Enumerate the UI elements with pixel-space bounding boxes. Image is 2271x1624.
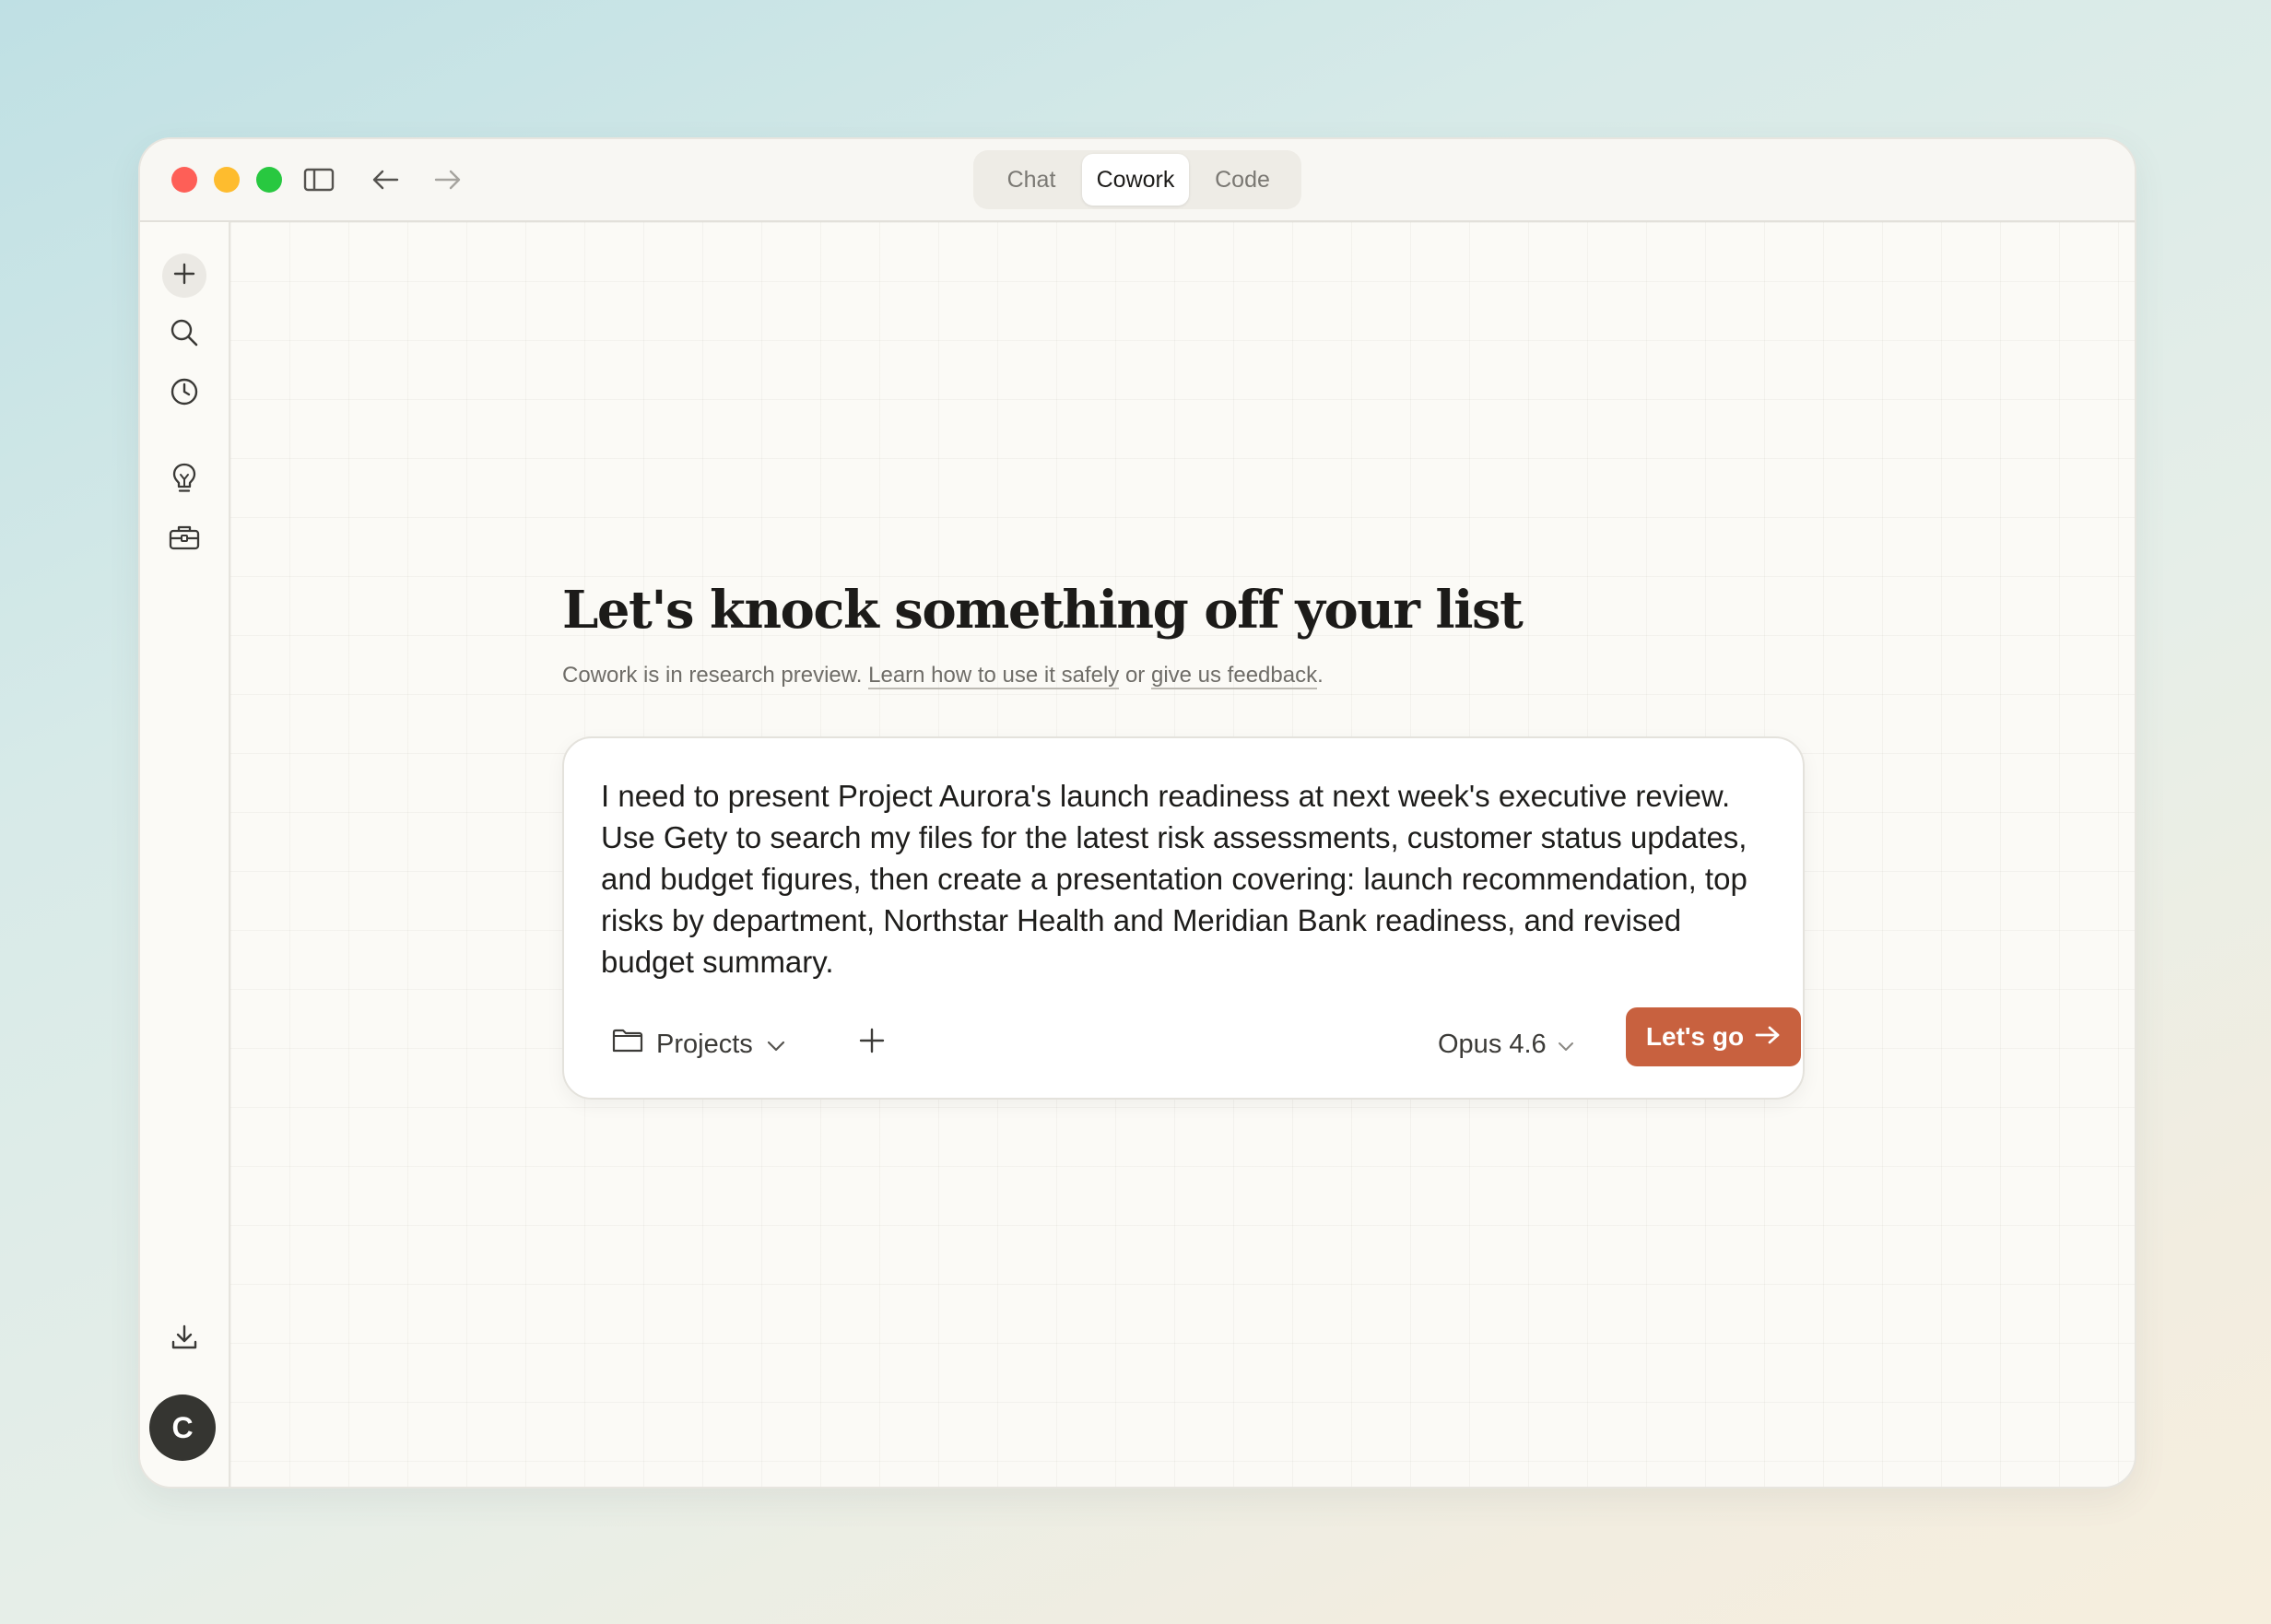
maximize-window-button[interactable] <box>256 167 282 193</box>
history-button[interactable] <box>162 371 206 416</box>
back-arrow-icon[interactable] <box>363 158 407 202</box>
mode-switcher: Chat Cowork Code <box>973 150 1301 209</box>
folder-icon <box>612 1028 643 1061</box>
tab-cowork[interactable]: Cowork <box>1082 154 1189 206</box>
chevron-down-icon <box>1558 1030 1574 1060</box>
submit-label: Let's go <box>1645 1022 1745 1051</box>
page-title: Let's knock something off your list <box>562 580 1524 641</box>
feedback-link[interactable]: give us feedback <box>1150 663 1318 689</box>
main-canvas: Let's knock something off your list Cowo… <box>230 222 2135 1487</box>
sidebar: C <box>140 222 230 1487</box>
research-preview-note: Cowork is in research preview. Learn how… <box>562 663 1324 689</box>
prompt-composer: I need to present Project Aurora's launc… <box>562 736 1805 1100</box>
tools-button[interactable] <box>162 517 206 561</box>
add-attachment-button[interactable] <box>850 1020 894 1065</box>
titlebar: Chat Cowork Code <box>140 139 2135 222</box>
prompt-input[interactable]: I need to present Project Aurora's launc… <box>601 775 1766 983</box>
plus-icon <box>172 262 196 289</box>
search-button[interactable] <box>162 312 206 357</box>
subtitle-prefix: Cowork is in research preview. <box>562 663 869 688</box>
search-icon <box>170 318 199 351</box>
toolbox-icon <box>169 524 200 555</box>
model-label: Opus 4.6 <box>1438 1029 1547 1059</box>
projects-dropdown[interactable]: Projects <box>612 1024 786 1065</box>
ideas-button[interactable] <box>162 458 206 502</box>
lightbulb-icon <box>171 462 198 499</box>
forward-arrow-icon[interactable] <box>426 158 470 202</box>
tab-chat[interactable]: Chat <box>981 154 1082 206</box>
app-window: Chat Cowork Code C Let's knock something… <box>138 137 2136 1489</box>
new-task-button[interactable] <box>162 253 206 298</box>
download-button[interactable] <box>162 1317 206 1361</box>
subtitle-suffix: . <box>1317 663 1324 688</box>
model-selector[interactable]: Opus 4.6 <box>1438 1024 1574 1065</box>
learn-safety-link[interactable]: Learn how to use it safely <box>868 663 1120 689</box>
arrow-right-icon <box>1755 1022 1781 1052</box>
tab-code[interactable]: Code <box>1191 154 1294 206</box>
submit-button[interactable]: Let's go <box>1626 1007 1801 1066</box>
subtitle-middle: or <box>1119 663 1151 688</box>
minimize-window-button[interactable] <box>214 167 240 193</box>
download-icon <box>171 1324 198 1355</box>
clock-icon <box>170 377 199 410</box>
plus-icon <box>858 1027 886 1058</box>
projects-label: Projects <box>656 1029 753 1059</box>
sidebar-toggle-icon[interactable] <box>297 158 341 202</box>
avatar[interactable]: C <box>149 1395 216 1461</box>
chevron-down-icon <box>766 1030 786 1060</box>
close-window-button[interactable] <box>171 167 197 193</box>
